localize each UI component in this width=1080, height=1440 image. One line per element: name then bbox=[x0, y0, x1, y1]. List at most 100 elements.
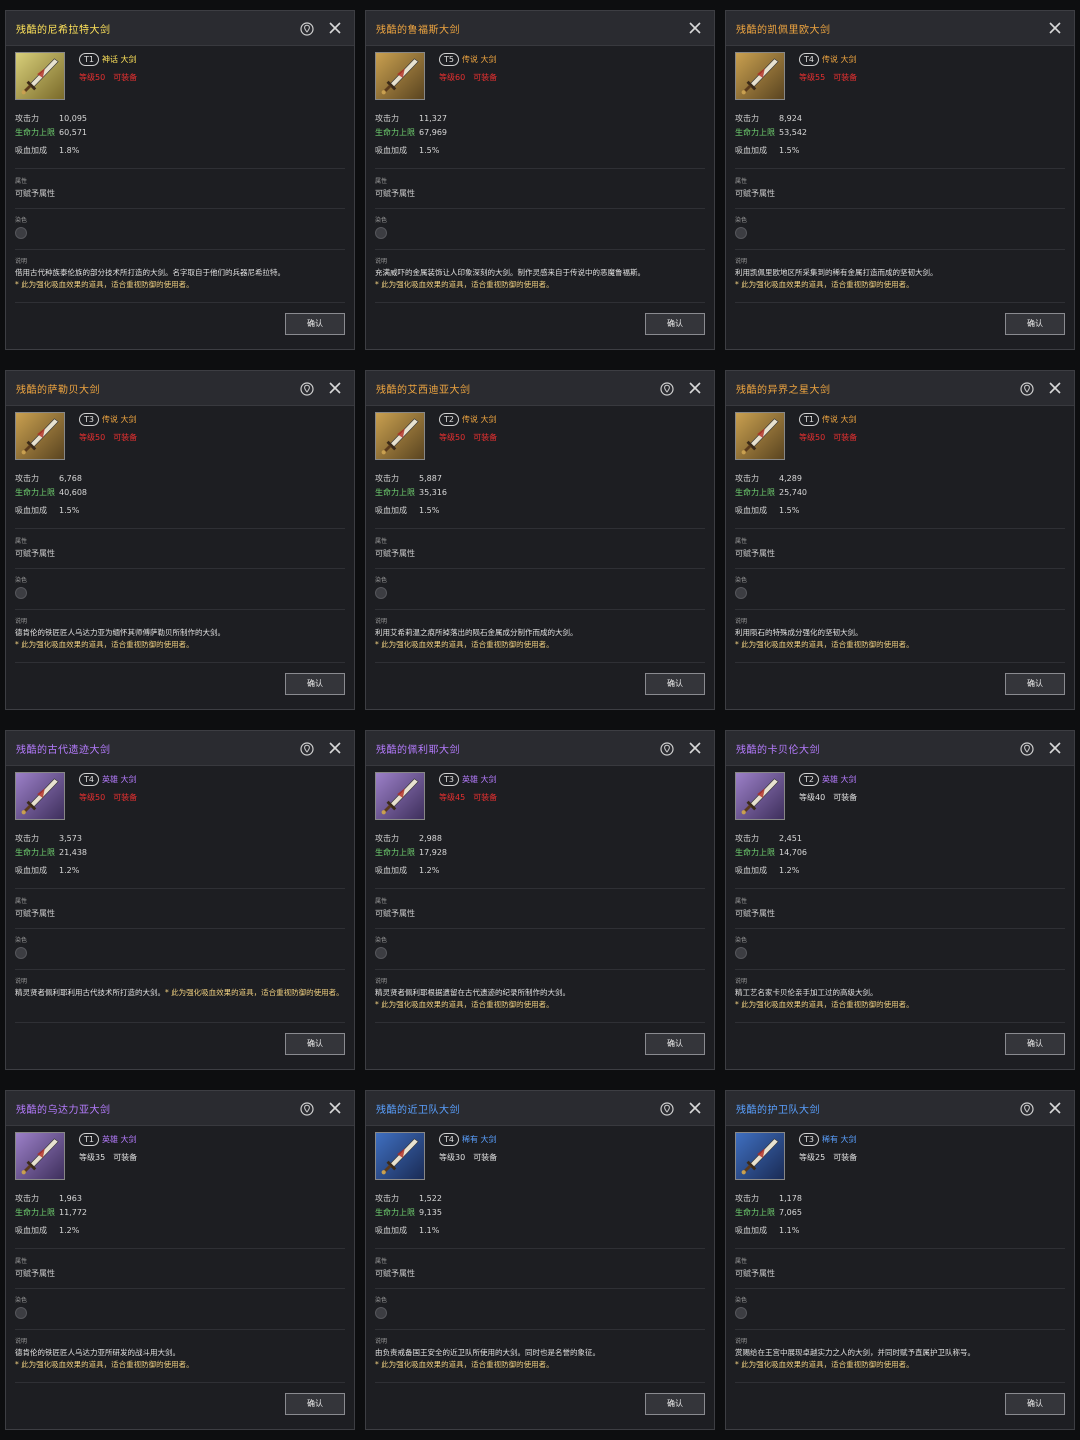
confirm-button[interactable]: 确认 bbox=[645, 1033, 705, 1055]
description-note: * 此为强化吸血效果的道具，适合重视防御的使用者。 bbox=[15, 1360, 194, 1369]
divider bbox=[15, 528, 345, 529]
confirm-button[interactable]: 确认 bbox=[1005, 1033, 1065, 1055]
dye-slot[interactable] bbox=[15, 947, 27, 959]
equip-status: 可装备 bbox=[833, 73, 858, 82]
requirement-line: 等级50 可装备 bbox=[799, 432, 865, 443]
close-icon[interactable] bbox=[688, 380, 702, 394]
lifesteal-stat: 吸血加成 1.8% bbox=[15, 145, 79, 156]
dye-slot[interactable] bbox=[375, 1307, 387, 1319]
stat-value: 8,924 bbox=[779, 114, 802, 123]
dye-slot[interactable] bbox=[735, 947, 747, 959]
divider bbox=[735, 662, 1065, 663]
close-icon[interactable] bbox=[328, 20, 342, 34]
description-heading: 说明 bbox=[375, 258, 388, 265]
dye-slot[interactable] bbox=[15, 1307, 27, 1319]
dye-slot[interactable] bbox=[15, 227, 27, 239]
hp-stat: 生命力上限 21,438 bbox=[15, 847, 87, 858]
pin-icon[interactable] bbox=[300, 381, 314, 396]
dye-slot[interactable] bbox=[15, 587, 27, 599]
pin-icon[interactable] bbox=[660, 1101, 674, 1116]
description: 精灵贤者佩利耶利用古代技术所打造的大剑。* 此为强化吸血效果的道具，适合重视防御… bbox=[15, 987, 345, 999]
dye-slot[interactable] bbox=[735, 587, 747, 599]
stat-label: 攻击力 bbox=[735, 474, 759, 483]
item-tooltip-card: 残酷的乌达力亚大剑 T1 英雄 大剑 等级35 可装备 攻击力 1,963 生命力上限 11,7… bbox=[5, 1090, 355, 1430]
confirm-button[interactable]: 确认 bbox=[1005, 313, 1065, 335]
requirement-line: 等级50 可装备 bbox=[79, 72, 145, 83]
close-icon[interactable] bbox=[688, 740, 702, 754]
stat-value: 1.1% bbox=[419, 1226, 440, 1235]
close-icon[interactable] bbox=[328, 380, 342, 394]
equip-status: 可装备 bbox=[113, 793, 138, 802]
required-level: 等级30 bbox=[439, 1153, 466, 1162]
confirm-button[interactable]: 确认 bbox=[285, 1393, 345, 1415]
dye-slot[interactable] bbox=[375, 947, 387, 959]
description-text: 德肯伦的铁匠匠人乌达力亚所研发的战斗用大剑。 bbox=[15, 1348, 180, 1357]
hp-stat: 生命力上限 35,316 bbox=[375, 487, 447, 498]
divider bbox=[15, 662, 345, 663]
item-title: 残酷的萨勒贝大剑 bbox=[16, 385, 100, 396]
close-icon[interactable] bbox=[1048, 20, 1062, 34]
divider bbox=[375, 662, 705, 663]
pin-icon[interactable] bbox=[660, 381, 674, 396]
confirm-button[interactable]: 确认 bbox=[285, 1033, 345, 1055]
close-icon[interactable] bbox=[1048, 1100, 1062, 1114]
confirm-button[interactable]: 确认 bbox=[645, 673, 705, 695]
confirm-button[interactable]: 确认 bbox=[285, 313, 345, 335]
lifesteal-stat: 吸血加成 1.2% bbox=[375, 865, 439, 876]
tier-badge: T1 bbox=[79, 1133, 99, 1146]
dye-slot[interactable] bbox=[735, 227, 747, 239]
dye-heading: 染色 bbox=[735, 577, 748, 584]
pin-icon[interactable] bbox=[1020, 381, 1034, 396]
close-icon[interactable] bbox=[688, 20, 702, 34]
dye-slot[interactable] bbox=[375, 227, 387, 239]
stat-label: 吸血加成 bbox=[375, 1226, 407, 1235]
item-tooltip-grid: 残酷的尼希拉特大剑 T1 神话 大剑 等级50 可装备 攻击力 10,095 生命力上限 60,… bbox=[0, 0, 1080, 1440]
pin-icon[interactable] bbox=[1020, 1101, 1034, 1116]
confirm-button[interactable]: 确认 bbox=[645, 1393, 705, 1415]
description-text: 充满威吓的金属装饰让人印象深刻的大剑。制作灵感来自于传说中的恶魔鲁福斯。 bbox=[375, 268, 645, 277]
required-level: 等级50 bbox=[439, 433, 466, 442]
close-icon[interactable] bbox=[328, 1100, 342, 1114]
confirm-button[interactable]: 确认 bbox=[1005, 673, 1065, 695]
dye-slot[interactable] bbox=[375, 587, 387, 599]
confirm-button[interactable]: 确认 bbox=[1005, 1393, 1065, 1415]
pin-icon[interactable] bbox=[300, 741, 314, 756]
close-icon[interactable] bbox=[1048, 740, 1062, 754]
item-title: 残酷的护卫队大剑 bbox=[736, 1105, 820, 1116]
dye-slot[interactable] bbox=[735, 1307, 747, 1319]
tooltip-header: 残酷的佩利耶大剑 bbox=[366, 731, 714, 766]
dye-heading: 染色 bbox=[375, 577, 388, 584]
requirement-line: 等级30 可装备 bbox=[439, 1152, 505, 1163]
divider bbox=[375, 1382, 705, 1383]
confirm-button[interactable]: 确认 bbox=[285, 673, 345, 695]
greatsword-icon bbox=[735, 412, 785, 460]
pin-icon[interactable] bbox=[300, 1101, 314, 1116]
description-note: * 此为强化吸血效果的道具，适合重视防御的使用者。 bbox=[165, 988, 344, 997]
stat-label: 生命力上限 bbox=[15, 1208, 55, 1217]
stat-label: 生命力上限 bbox=[375, 488, 415, 497]
close-icon[interactable] bbox=[688, 1100, 702, 1114]
stat-value: 1.5% bbox=[779, 146, 800, 155]
stat-label: 吸血加成 bbox=[375, 866, 407, 875]
pin-icon[interactable] bbox=[1020, 741, 1034, 756]
pin-icon[interactable] bbox=[660, 741, 674, 756]
dye-heading: 染色 bbox=[375, 1297, 388, 1304]
description-heading: 说明 bbox=[15, 1338, 28, 1345]
description-text: 借用古代种族泰伦族的部分技术所打造的大剑。名字取自于他们的兵器尼希拉特。 bbox=[15, 268, 285, 277]
stat-label: 生命力上限 bbox=[375, 1208, 415, 1217]
attribute-text: 可赋予属性 bbox=[15, 909, 55, 918]
confirm-button[interactable]: 确认 bbox=[645, 313, 705, 335]
required-level: 等级55 bbox=[799, 73, 826, 82]
stat-value: 21,438 bbox=[59, 848, 87, 857]
pin-icon[interactable] bbox=[300, 21, 314, 36]
dye-heading: 染色 bbox=[15, 577, 28, 584]
close-icon[interactable] bbox=[1048, 380, 1062, 394]
description-note: * 此为强化吸血效果的道具，适合重视防御的使用者。 bbox=[735, 640, 914, 649]
stat-label: 生命力上限 bbox=[375, 848, 415, 857]
tier-type-line: T1 神话 大剑 bbox=[79, 53, 137, 66]
stat-value: 1.1% bbox=[779, 1226, 800, 1235]
description-note: * 此为强化吸血效果的道具，适合重视防御的使用者。 bbox=[735, 280, 914, 289]
close-icon[interactable] bbox=[328, 740, 342, 754]
equip-status: 可装备 bbox=[473, 793, 498, 802]
attribute-text: 可赋予属性 bbox=[375, 549, 415, 558]
